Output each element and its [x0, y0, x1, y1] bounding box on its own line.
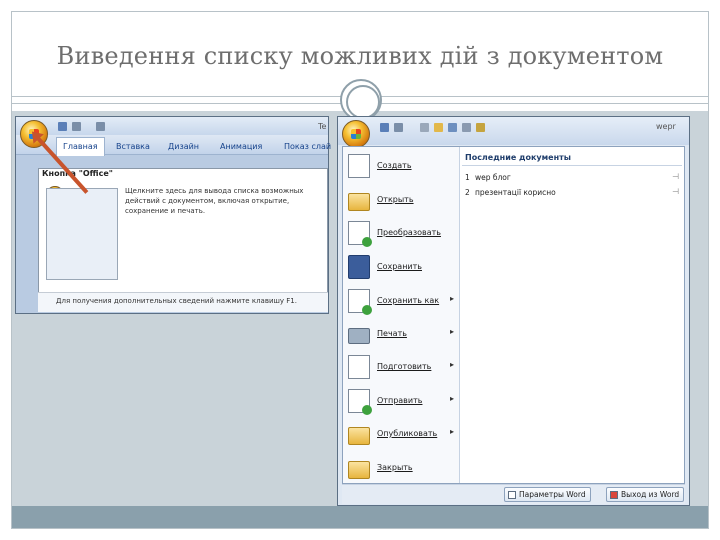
slide-bottom-strip [12, 506, 708, 528]
menu-item-label: Создать [377, 161, 412, 170]
new-document-icon [348, 154, 370, 178]
menu-item-label: Подготовить [377, 362, 432, 371]
recent-document-item[interactable]: 1 wep блог ⊣ [465, 172, 679, 185]
submenu-arrow-icon: ▸ [449, 360, 454, 369]
menu-item-8[interactable]: Опубликовать ▸ [346, 418, 458, 450]
menu-item-3[interactable]: Сохранить [346, 251, 458, 283]
tab-home[interactable]: Главная [56, 137, 105, 156]
recent-divider [462, 165, 682, 166]
menu-item-4[interactable]: Сохранить как ▸ [346, 285, 458, 317]
pin-icon[interactable]: ⊣ [672, 187, 679, 196]
send-icon [348, 389, 372, 415]
menu-preview-thumbnail [46, 188, 118, 280]
recent-number: 2 [465, 188, 470, 197]
tooltip-description: Щелкните здесь для вывода списка возможн… [125, 187, 304, 215]
submenu-arrow-icon: ▸ [449, 394, 454, 403]
print-preview-icon[interactable] [448, 123, 457, 132]
slide-title: Виведення списку можливих дій з документ… [56, 42, 664, 70]
title-bar [338, 117, 689, 145]
redo-icon[interactable] [96, 122, 105, 131]
recent-document-item[interactable]: 2 презентації корисно ⊣ [465, 187, 679, 200]
tooltip-title: Кнопка "Office" [42, 169, 113, 178]
menu-item-label: Сохранить как [377, 296, 440, 305]
exit-word-button[interactable]: Выход из Word [606, 487, 685, 502]
exit-icon [610, 491, 618, 499]
recent-name: wep блог [475, 173, 511, 182]
open-folder-icon [348, 193, 370, 211]
tab-slideshow[interactable]: Показ слай [284, 142, 331, 151]
menu-item-7[interactable]: Отправить ▸ [346, 385, 458, 417]
spelling-icon[interactable] [462, 123, 471, 132]
print-icon [348, 328, 370, 344]
window-title-fragment: Te [318, 122, 327, 131]
undo-icon[interactable] [394, 123, 403, 132]
word-options-label: Параметры Word [519, 490, 586, 499]
save-icon[interactable] [58, 122, 67, 131]
tab-animation[interactable]: Анимация [220, 142, 262, 151]
word-options-button[interactable]: Параметры Word [504, 487, 591, 502]
recent-documents-title: Последние документы [465, 153, 571, 162]
circle-ornament-icon [340, 79, 382, 121]
menu-item-label: Отправить [377, 396, 423, 405]
exit-word-label: Выход из Word [621, 490, 680, 499]
publish-icon [348, 427, 370, 445]
menu-item-label: Открыть [377, 195, 414, 204]
format-icon[interactable] [476, 123, 485, 132]
save-as-icon [348, 289, 372, 315]
tooltip-help-footer: Для получения дополнительных сведений на… [38, 292, 328, 312]
options-icon [508, 491, 516, 499]
recent-name: презентації корисно [475, 188, 556, 197]
menu-item-label: Преобразовать [377, 228, 441, 237]
convert-icon [348, 221, 372, 247]
office-button-icon[interactable] [342, 120, 370, 148]
save-icon [348, 255, 370, 279]
menu-item-0[interactable]: Создать [346, 150, 458, 182]
submenu-arrow-icon: ▸ [449, 294, 454, 303]
open-icon[interactable] [434, 123, 443, 132]
tab-insert[interactable]: Вставка [116, 142, 150, 151]
window-title-fragment: wepr [656, 122, 676, 131]
menu-item-9[interactable]: Закрыть [346, 452, 458, 484]
submenu-arrow-icon: ▸ [449, 427, 454, 436]
menu-item-6[interactable]: Подготовить ▸ [346, 351, 458, 383]
new-icon[interactable] [420, 123, 429, 132]
menu-item-5[interactable]: Печать ▸ [346, 318, 458, 350]
menu-item-2[interactable]: Преобразовать [346, 217, 458, 249]
submenu-arrow-icon: ▸ [449, 327, 454, 336]
menu-item-label: Печать [377, 329, 407, 338]
menu-item-label: Опубликовать [377, 429, 438, 438]
tab-design[interactable]: Дизайн [168, 142, 199, 151]
save-icon[interactable] [380, 123, 389, 132]
close-folder-icon [348, 461, 370, 479]
menu-item-1[interactable]: Открыть [346, 184, 458, 216]
undo-icon[interactable] [72, 122, 81, 131]
recent-number: 1 [465, 173, 470, 182]
menu-item-label: Закрыть [377, 463, 413, 472]
prepare-icon [348, 355, 370, 379]
pin-icon[interactable]: ⊣ [672, 172, 679, 181]
menu-item-label: Сохранить [377, 262, 422, 271]
